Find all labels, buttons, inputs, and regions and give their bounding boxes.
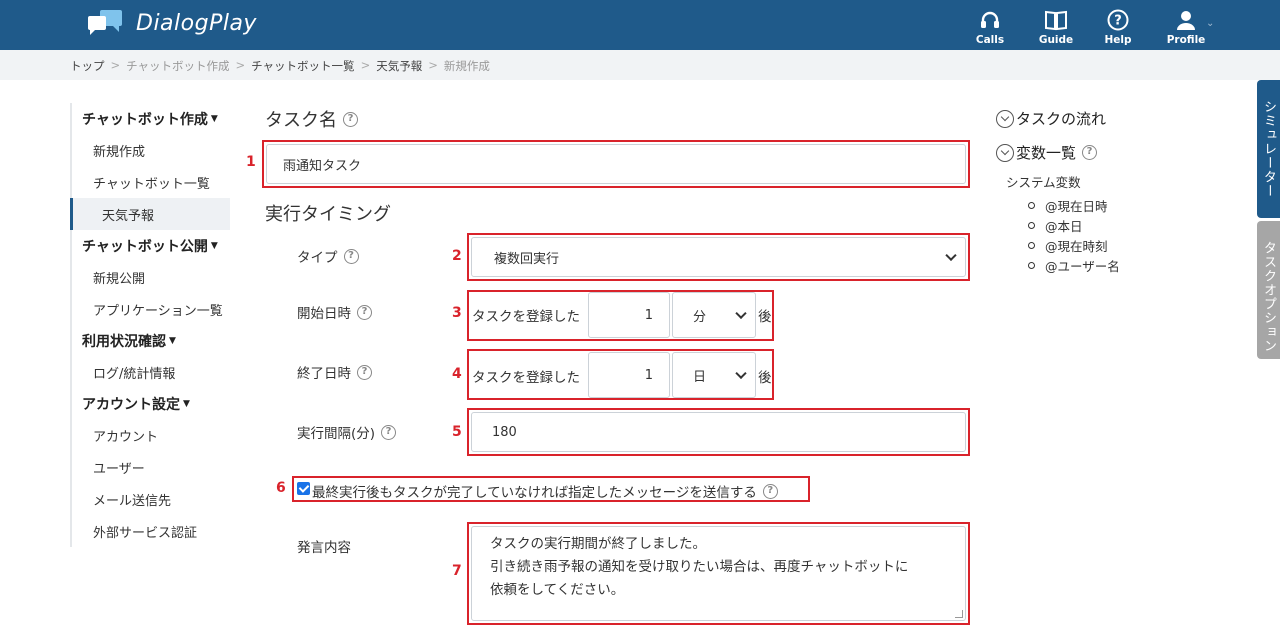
sidebar-group-usage[interactable]: 利用状況確認 ▼ (72, 325, 230, 356)
start-suffix-text: 後 (758, 309, 772, 325)
help-icon[interactable]: ? (357, 364, 372, 380)
message-textarea[interactable]: タスクの実行期間が終了しました。 引き続き雨予報の通知を受け取りたい場合は、再度… (471, 526, 966, 621)
chevron-down-icon (735, 307, 747, 320)
sidebar-item-new-publish[interactable]: 新規公開 (72, 261, 230, 293)
chevron-down-circle-icon (996, 109, 1014, 128)
nav-profile-label: Profile (1166, 34, 1206, 46)
message-line: タスクの実行期間が終了しました。 (490, 536, 706, 552)
tab-task-options[interactable]: タスクオプション (1257, 221, 1280, 359)
caret-down-icon: ▼ (210, 240, 218, 251)
task-flow-toggle[interactable]: タスクの流れ (996, 108, 1106, 129)
breadcrumb: トップ > チャットボット作成 > チャットボット一覧 > 天気予報 > 新規作成 (70, 58, 490, 74)
breadcrumb-chatbot-create: チャットボット作成 (126, 59, 230, 73)
top-header: DialogPlay Calls Guide ? Help Profile ⌄ (0, 0, 1280, 50)
message-label: 発言内容 (297, 540, 351, 556)
start-label: 開始日時? (297, 302, 372, 322)
help-icon[interactable]: ? (381, 424, 397, 440)
end-prefix-text: タスクを登録した (472, 370, 580, 386)
end-label: 終了日時? (297, 362, 372, 382)
sidebar-item-external-auth[interactable]: 外部サービス認証 (72, 515, 230, 547)
tab-simulator[interactable]: シミュレーター (1257, 80, 1280, 218)
sidebar-item-mail[interactable]: メール送信先 (72, 483, 230, 515)
annotation-number: 3 (452, 305, 462, 321)
chevron-down-circle-icon (996, 143, 1014, 162)
book-icon (1045, 10, 1067, 31)
sidebar-item-chatbot-list[interactable]: チャットボット一覧 (72, 166, 230, 198)
app-title: DialogPlay (136, 10, 257, 36)
sidebar-item-weather[interactable]: 天気予報 (70, 198, 230, 230)
breadcrumb-chatbot-list[interactable]: チャットボット一覧 (251, 58, 354, 74)
sidebar-group-account[interactable]: アカウント設定 ▼ (72, 388, 230, 419)
sidebar: チャットボット作成 ▼ 新規作成 チャットボット一覧 天気予報 チャットボット公開… (70, 103, 230, 547)
task-name-heading: タスク名? (265, 106, 358, 132)
help-icon[interactable]: ? (762, 483, 778, 499)
help-circle-icon: ? (1107, 9, 1129, 31)
task-name-input[interactable]: 雨通知タスク (266, 144, 966, 184)
resize-handle-icon[interactable] (955, 610, 963, 618)
nav-help-label: Help (1104, 34, 1132, 46)
sidebar-group-chatbot-create[interactable]: チャットボット作成 ▼ (72, 103, 230, 134)
help-icon[interactable]: ? (343, 248, 359, 264)
annotation-number: 7 (452, 563, 462, 579)
nav-help[interactable]: ? Help (1088, 0, 1148, 50)
annotation-number: 5 (452, 424, 462, 440)
variables-toggle[interactable]: 変数一覧? (996, 142, 1098, 163)
start-prefix-text: タスクを登録した (472, 309, 580, 325)
caret-down-icon: ▼ (169, 335, 176, 346)
breadcrumb-bar: トップ > チャットボット作成 > チャットボット一覧 > 天気予報 > 新規作成 (0, 50, 1280, 80)
message-line: 依頼をしてください。 (490, 582, 625, 598)
breadcrumb-top[interactable]: トップ (70, 58, 105, 74)
help-icon[interactable]: ? (357, 304, 372, 320)
breadcrumb-current: 新規作成 (443, 59, 490, 73)
interval-label: 実行間隔(分)? (297, 422, 397, 442)
message-line: 引き続き雨予報の通知を受け取りたい場合は、再度チャットボットに (490, 559, 909, 575)
system-variable-item[interactable]: @現在時刻 (1028, 235, 1120, 255)
nav-guide-label: Guide (1038, 34, 1074, 46)
system-variables: システム変数 @現在日時 @本日 @現在時刻 @ユーザー名 (1006, 172, 1120, 275)
annotation-number: 4 (452, 366, 462, 382)
sidebar-item-users[interactable]: ユーザー (72, 451, 230, 483)
end-suffix-text: 後 (758, 370, 772, 386)
profile-chevron-down-icon[interactable]: ⌄ (1206, 18, 1214, 29)
system-variable-item[interactable]: @現在日時 (1028, 195, 1120, 215)
caret-down-icon: ▼ (183, 398, 190, 409)
help-icon[interactable]: ? (343, 111, 358, 127)
system-variable-item[interactable]: @ユーザー名 (1028, 255, 1120, 275)
chevron-down-icon (735, 367, 747, 380)
end-unit-select[interactable]: 日 (672, 352, 756, 398)
end-value-input[interactable]: 1 (588, 352, 670, 398)
sidebar-item-app-list[interactable]: アプリケーション一覧 (72, 293, 230, 325)
nav-guide[interactable]: Guide (1026, 0, 1086, 50)
nav-calls-label: Calls (975, 34, 1005, 46)
breadcrumb-weather[interactable]: 天気予報 (376, 58, 422, 74)
annotation-number: 6 (276, 480, 286, 496)
timing-heading: 実行タイミング (265, 204, 391, 225)
chat-bubbles-icon (88, 10, 124, 36)
app-logo[interactable]: DialogPlay (88, 10, 257, 36)
help-icon[interactable]: ? (1082, 145, 1098, 160)
sidebar-item-account[interactable]: アカウント (72, 419, 230, 451)
send-message-label: 最終実行後もタスクが完了していなければ指定したメッセージを送信する? (312, 481, 778, 501)
sidebar-item-new[interactable]: 新規作成 (72, 134, 230, 166)
send-message-checkbox[interactable] (297, 482, 310, 495)
nav-calls[interactable]: Calls (960, 0, 1020, 50)
chevron-down-icon (945, 249, 957, 262)
type-select[interactable]: 複数回実行 (471, 237, 966, 277)
start-value-input[interactable]: 1 (588, 292, 670, 338)
caret-down-icon: ▼ (210, 113, 218, 124)
type-label: タイプ? (297, 246, 359, 266)
interval-input[interactable]: 180 (471, 412, 966, 452)
annotation-number: 2 (452, 248, 462, 264)
annotation-number: 1 (246, 154, 256, 170)
headset-icon (981, 11, 999, 28)
user-icon (1177, 11, 1195, 30)
system-variables-label: システム変数 (1006, 175, 1081, 190)
sidebar-item-logs[interactable]: ログ/統計情報 (72, 356, 230, 388)
system-variable-item[interactable]: @本日 (1028, 215, 1120, 235)
svg-text:?: ? (1114, 14, 1122, 29)
start-unit-select[interactable]: 分 (672, 292, 756, 338)
sidebar-group-chatbot-publish[interactable]: チャットボット公開 ▼ (72, 230, 230, 261)
